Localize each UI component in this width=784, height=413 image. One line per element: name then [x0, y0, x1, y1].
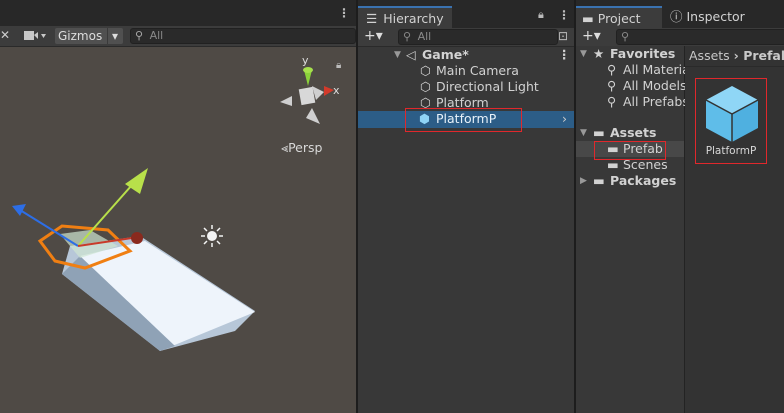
- scene-search-input[interactable]: ⚲ All: [130, 28, 356, 44]
- tools-icon[interactable]: ✕: [0, 28, 10, 42]
- chevron-right-icon[interactable]: ›: [562, 111, 567, 127]
- asset-tile-label: PlatformP: [705, 145, 757, 157]
- search-icon: ⚲: [403, 30, 412, 43]
- search-icon: ⚲: [607, 62, 617, 77]
- hierarchy-item-directional-light[interactable]: ⬡ Directional Light: [358, 79, 574, 95]
- expand-arrow-icon[interactable]: ▼: [580, 46, 587, 62]
- search-icon: ⚲: [135, 29, 144, 42]
- tab-project[interactable]: ▬ Project: [576, 6, 662, 28]
- breadcrumb-assets[interactable]: Assets: [689, 48, 730, 63]
- project-asset-browser: Assets › Prefab PlatformP: [685, 46, 784, 413]
- scene-toolbar: ✕ Gizmos ▾ ⚲ All: [0, 26, 356, 47]
- search-icon: ⚲: [607, 78, 617, 93]
- scene-search-placeholder: All: [149, 29, 164, 42]
- lock-icon[interactable]: 🔒︎: [538, 8, 544, 22]
- chevron-down-icon: ▾: [107, 28, 122, 44]
- search-icon: ⚲: [607, 94, 617, 109]
- breadcrumb-prefab[interactable]: Prefab: [743, 48, 784, 63]
- hierarchy-tab-strip: ☰ Hierarchy 🔒︎ ⋮: [358, 0, 574, 28]
- tree-fav-item[interactable]: ⚲ All Models: [576, 78, 687, 94]
- folder-icon: ▬: [593, 173, 605, 188]
- camera-icon[interactable]: [24, 30, 46, 45]
- expand-arrow-icon[interactable]: ▶: [580, 173, 587, 189]
- gameobject-cube-icon: ⬡: [420, 63, 431, 78]
- more-options-icon[interactable]: ⋮: [558, 8, 570, 22]
- scene-name: Game*: [422, 47, 469, 62]
- scene-tab-strip: ⋮: [0, 0, 356, 26]
- folder-icon: ▬: [593, 125, 605, 140]
- more-options-icon[interactable]: ⋮: [558, 47, 571, 63]
- unity-scene-icon: ◁: [406, 47, 416, 62]
- star-icon: ★: [593, 46, 605, 61]
- hierarchy-search-input[interactable]: ⚲ All: [398, 29, 558, 45]
- expand-arrow-icon[interactable]: ▼: [580, 125, 587, 141]
- asset-tile-platformp[interactable]: PlatformP: [695, 78, 767, 164]
- create-add-button[interactable]: +▾: [364, 28, 383, 44]
- tree-fav-item[interactable]: ⚲ All Materia: [576, 62, 690, 78]
- persp-label[interactable]: ⪡Persp: [281, 140, 322, 156]
- gizmos-button[interactable]: Gizmos ▾: [55, 28, 123, 44]
- create-add-button[interactable]: +▾: [582, 28, 601, 44]
- project-toolbar: +▾ ⚲: [576, 28, 784, 47]
- folder-icon: ▬: [582, 11, 594, 26]
- lock-icon[interactable]: 🔒︎: [336, 60, 341, 71]
- persp-icon: ⪡: [281, 140, 289, 155]
- project-folder-tree: ▼ ★ Favorites ⚲ All Materia ⚲ All Models…: [576, 46, 690, 413]
- search-icon: ⚲: [621, 30, 630, 43]
- tree-favorites[interactable]: ▼ ★ Favorites: [576, 46, 684, 62]
- project-search-input[interactable]: ⚲: [616, 29, 784, 45]
- tab-hierarchy[interactable]: ☰ Hierarchy: [358, 6, 452, 28]
- highlight-box-prefab-folder: [594, 141, 666, 160]
- highlight-box-hierarchy: [405, 108, 522, 132]
- tree-fav-item[interactable]: ⚲ All Prefabs: [576, 94, 689, 110]
- hierarchy-list-icon: ☰: [366, 11, 378, 26]
- gizmos-label: Gizmos: [58, 29, 103, 43]
- tree-packages[interactable]: ▶ ▬ Packages: [576, 173, 684, 189]
- axis-x-label: x: [333, 84, 340, 97]
- more-options-icon[interactable]: ⋮: [338, 6, 350, 20]
- tree-assets[interactable]: ▼ ▬ Assets: [576, 125, 684, 141]
- tab-inspector[interactable]: ⓘ Inspector: [666, 6, 766, 26]
- gizmo-z-arrow: [12, 204, 26, 216]
- info-icon: ⓘ: [670, 9, 683, 24]
- gizmo-x-handle: [131, 232, 143, 244]
- scene-view[interactable]: ⋮ ✕ Gizmos ▾ ⚲ All y x 🔒︎ ⪡Persp: [0, 0, 356, 413]
- breadcrumb-separator-icon: ›: [733, 48, 744, 63]
- search-filter-icon[interactable]: ⊡: [558, 29, 568, 43]
- axis-y-label: y: [302, 54, 309, 67]
- breadcrumb: Assets › Prefab: [685, 46, 784, 67]
- gameobject-cube-icon: ⬡: [420, 79, 431, 94]
- hierarchy-item-main-camera[interactable]: ⬡ Main Camera: [358, 63, 574, 79]
- directional-light-icon: [201, 225, 223, 247]
- hierarchy-panel: ☰ Hierarchy 🔒︎ ⋮ +▾ ⚲ All ⊡ ▼ ◁ Game* ⋮ …: [358, 0, 574, 413]
- project-panel: ▬ Project ⓘ Inspector +▾ ⚲ ▼ ★ Favorites…: [576, 0, 784, 413]
- expand-arrow-icon[interactable]: ▼: [394, 47, 401, 63]
- orientation-gizmo[interactable]: [272, 56, 342, 136]
- project-tab-strip: ▬ Project ⓘ Inspector: [576, 0, 784, 28]
- hierarchy-scene-row[interactable]: ▼ ◁ Game* ⋮: [358, 47, 574, 63]
- hierarchy-toolbar: +▾ ⚲ All ⊡: [358, 28, 574, 47]
- prefab-cube-icon: [705, 86, 759, 142]
